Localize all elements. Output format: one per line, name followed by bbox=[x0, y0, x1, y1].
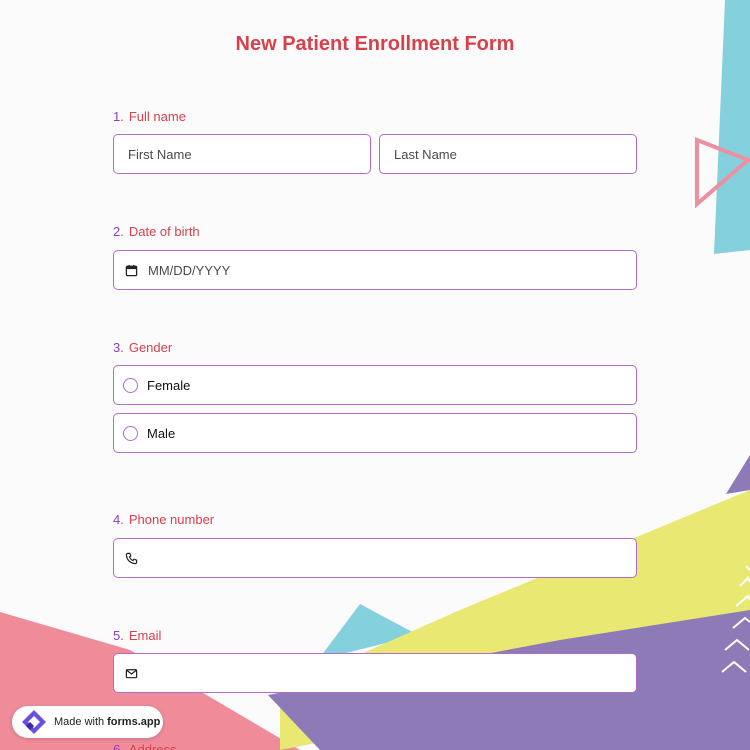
question-text: Full name bbox=[128, 109, 186, 124]
question-number: 5. bbox=[113, 628, 124, 643]
gender-option-label: Female bbox=[147, 377, 191, 393]
question-text: Email bbox=[128, 628, 162, 643]
forms-app-logo-icon bbox=[22, 710, 46, 734]
question-number: 4. bbox=[113, 512, 124, 527]
form-title: New Patient Enrollment Form bbox=[235, 33, 515, 55]
gender-option-label: Male bbox=[147, 425, 176, 441]
question-label-gender: 3. Gender bbox=[113, 340, 172, 355]
badge-prefix: Made with bbox=[54, 716, 105, 728]
date-of-birth-input[interactable]: MM/DD/YYYY bbox=[113, 250, 637, 290]
question-number: 2. bbox=[113, 224, 124, 239]
last-name-input[interactable]: Last Name bbox=[379, 134, 637, 174]
badge-brand: forms.app bbox=[107, 716, 161, 728]
phone-icon bbox=[114, 539, 148, 577]
question-text: Gender bbox=[128, 340, 173, 355]
made-with-badge[interactable]: Made with forms.app bbox=[12, 706, 163, 738]
date-placeholder: MM/DD/YYYY bbox=[148, 262, 231, 278]
question-text: Date of birth bbox=[128, 224, 200, 239]
question-number: 6. bbox=[113, 742, 124, 750]
gender-option-male[interactable]: Male bbox=[113, 413, 637, 453]
last-name-placeholder: Last Name bbox=[394, 146, 457, 162]
radio-button[interactable] bbox=[123, 425, 138, 441]
envelope-icon bbox=[114, 654, 148, 692]
question-label-date-of-birth: 2. Date of birth bbox=[113, 224, 200, 239]
question-text: Phone number bbox=[128, 512, 215, 527]
first-name-placeholder: First Name bbox=[128, 146, 192, 162]
gender-option-female[interactable]: Female bbox=[113, 365, 637, 405]
question-label-full-name: 1. Full name bbox=[113, 109, 186, 124]
question-label-email: 5. Email bbox=[113, 628, 161, 643]
calendar-icon bbox=[114, 251, 148, 289]
question-label-address: 6. Address bbox=[113, 742, 177, 750]
question-label-phone: 4. Phone number bbox=[113, 512, 214, 527]
enrollment-form: New Patient Enrollment Form 1. Full name … bbox=[0, 0, 750, 750]
question-text: Address bbox=[128, 742, 177, 750]
radio-button[interactable] bbox=[123, 377, 138, 393]
question-number: 1. bbox=[113, 109, 124, 124]
question-number: 3. bbox=[113, 340, 124, 355]
first-name-input[interactable]: First Name bbox=[113, 134, 371, 174]
email-input[interactable] bbox=[113, 653, 637, 693]
phone-number-input[interactable] bbox=[113, 538, 637, 578]
